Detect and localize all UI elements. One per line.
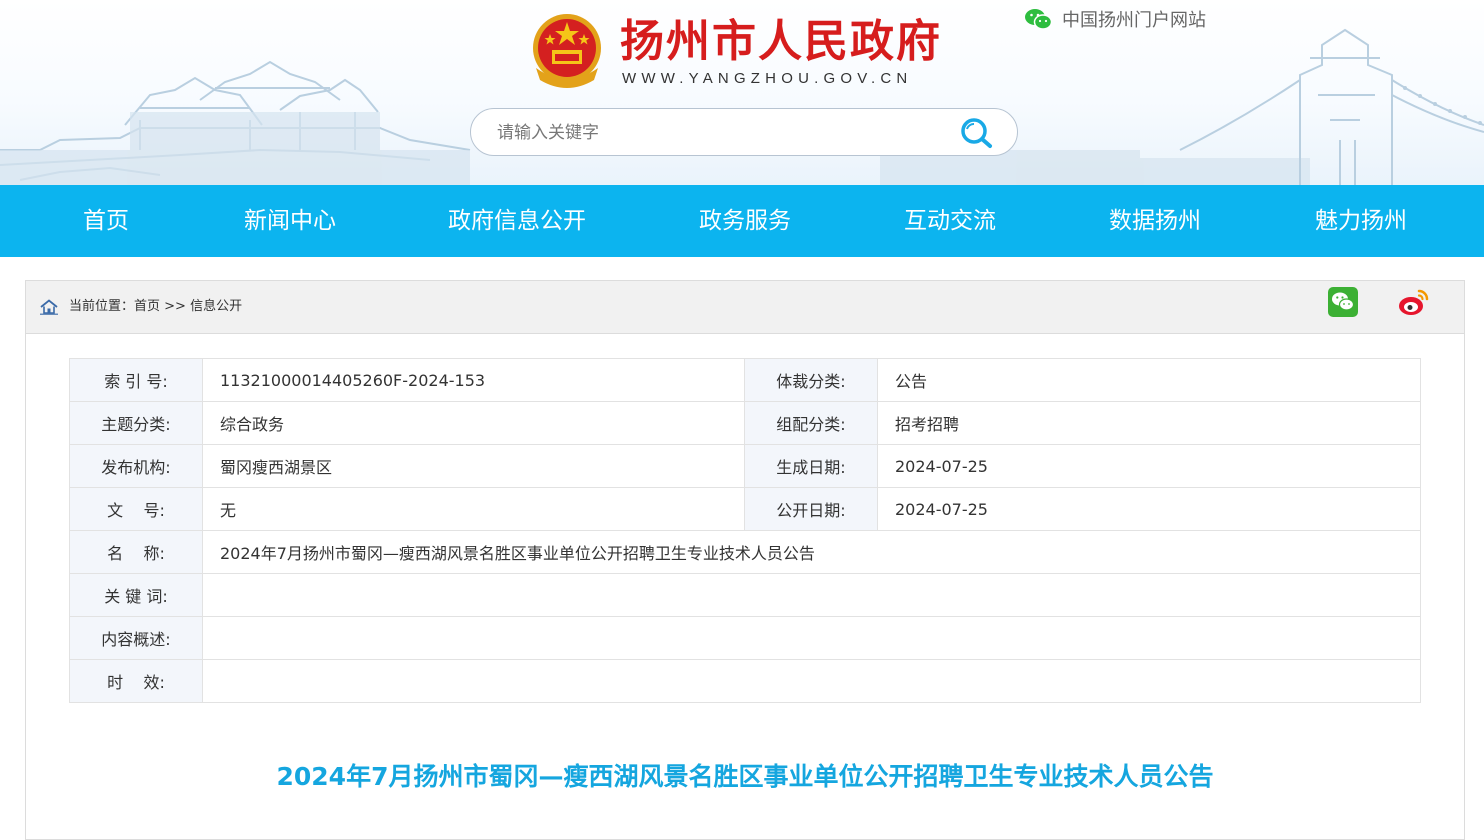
nav-gov-info-public[interactable]: 政府信息公开 bbox=[448, 185, 586, 257]
article-title: 2024年7月扬州市蜀冈—瘦西湖风景名胜区事业单位公开招聘卫生专业技术人员公告 bbox=[276, 762, 1214, 791]
table-row: 名 称: 2024年7月扬州市蜀冈—瘦西湖风景名胜区事业单位公开招聘卫生专业技术… bbox=[69, 530, 1421, 574]
main-nav: 首页 新闻中心 政府信息公开 政务服务 互动交流 数据扬州 魅力扬州 bbox=[0, 185, 1484, 257]
table-row: 文 号: 无 公开日期: 2024-07-25 bbox=[69, 487, 1421, 531]
genre-label: 体裁分类: bbox=[744, 358, 878, 402]
site-title: 扬州市人民政府 bbox=[620, 16, 942, 67]
site-header: 扬州市人民政府 WWW.YANGZHOU.GOV.CN 中国扬州门户网站 bbox=[0, 0, 1484, 185]
breadcrumb: 当前位置：首页 >> 信息公开 bbox=[69, 299, 242, 315]
summary-value bbox=[202, 616, 1421, 660]
table-row: 时 效: bbox=[69, 659, 1421, 703]
site-domain: WWW.YANGZHOU.GOV.CN bbox=[622, 70, 913, 87]
content-panel: 当前位置：首页 >> 信息公开 索 引 号: 11321000014405260… bbox=[25, 280, 1465, 840]
table-row: 发布机构: 蜀冈瘦西湖景区 生成日期: 2024-07-25 bbox=[69, 444, 1421, 488]
search-box bbox=[470, 108, 1018, 156]
breadcrumb-bar: 当前位置：首页 >> 信息公开 bbox=[26, 281, 1464, 334]
validity-value bbox=[202, 659, 1421, 703]
nav-interaction[interactable]: 互动交流 bbox=[904, 185, 996, 257]
home-icon bbox=[40, 299, 58, 315]
index-label: 索 引 号: bbox=[69, 358, 203, 402]
org-label: 发布机构: bbox=[69, 444, 203, 488]
topic-value: 综合政务 bbox=[202, 401, 745, 445]
breadcrumb-home[interactable]: 首页 bbox=[134, 299, 160, 314]
table-row: 关 键 词: bbox=[69, 573, 1421, 617]
magnifier-icon[interactable] bbox=[959, 116, 995, 150]
public-date-value: 2024-07-25 bbox=[877, 487, 1421, 531]
topic-label: 主题分类: bbox=[69, 401, 203, 445]
table-row: 主题分类: 综合政务 组配分类: 招考招聘 bbox=[69, 401, 1421, 445]
genre-value: 公告 bbox=[877, 358, 1421, 402]
doc-number-value: 无 bbox=[202, 487, 745, 531]
info-metadata-table: 索 引 号: 11321000014405260F-2024-153 体裁分类:… bbox=[69, 358, 1421, 703]
nav-data-yangzhou[interactable]: 数据扬州 bbox=[1109, 185, 1201, 257]
category-label: 组配分类: bbox=[744, 401, 878, 445]
wechat-bubbles-icon bbox=[1025, 9, 1052, 30]
nav-gov-services[interactable]: 政务服务 bbox=[699, 185, 791, 257]
wechat-icon[interactable] bbox=[1328, 287, 1358, 317]
public-date-label: 公开日期: bbox=[744, 487, 878, 531]
breadcrumb-current[interactable]: 信息公开 bbox=[190, 299, 242, 314]
nav-charm-yangzhou[interactable]: 魅力扬州 bbox=[1315, 185, 1407, 257]
created-date-label: 生成日期: bbox=[744, 444, 878, 488]
name-label: 名 称: bbox=[69, 530, 203, 574]
index-value: 11321000014405260F-2024-153 bbox=[202, 358, 745, 402]
category-value: 招考招聘 bbox=[877, 401, 1421, 445]
nav-news-center[interactable]: 新闻中心 bbox=[244, 185, 336, 257]
breadcrumb-prefix: 当前位置： bbox=[69, 299, 135, 314]
summary-label: 内容概述: bbox=[69, 616, 203, 660]
portal-link[interactable]: 中国扬州门户网站 bbox=[1024, 6, 1206, 32]
doc-number-label: 文 号: bbox=[69, 487, 203, 531]
keywords-value bbox=[202, 573, 1421, 617]
table-row: 索 引 号: 11321000014405260F-2024-153 体裁分类:… bbox=[69, 358, 1421, 402]
name-value: 2024年7月扬州市蜀冈—瘦西湖风景名胜区事业单位公开招聘卫生专业技术人员公告 bbox=[202, 530, 1421, 574]
national-emblem-icon bbox=[533, 14, 601, 88]
portal-link-label: 中国扬州门户网站 bbox=[1062, 10, 1206, 31]
table-row: 内容概述: bbox=[69, 616, 1421, 660]
breadcrumb-separator: >> bbox=[160, 299, 191, 314]
org-value: 蜀冈瘦西湖景区 bbox=[202, 444, 745, 488]
search-input[interactable] bbox=[495, 119, 939, 147]
keywords-label: 关 键 词: bbox=[69, 573, 203, 617]
created-date-value: 2024-07-25 bbox=[877, 444, 1421, 488]
validity-label: 时 效: bbox=[69, 659, 203, 703]
nav-home[interactable]: 首页 bbox=[83, 185, 129, 257]
weibo-icon[interactable] bbox=[1398, 287, 1430, 317]
